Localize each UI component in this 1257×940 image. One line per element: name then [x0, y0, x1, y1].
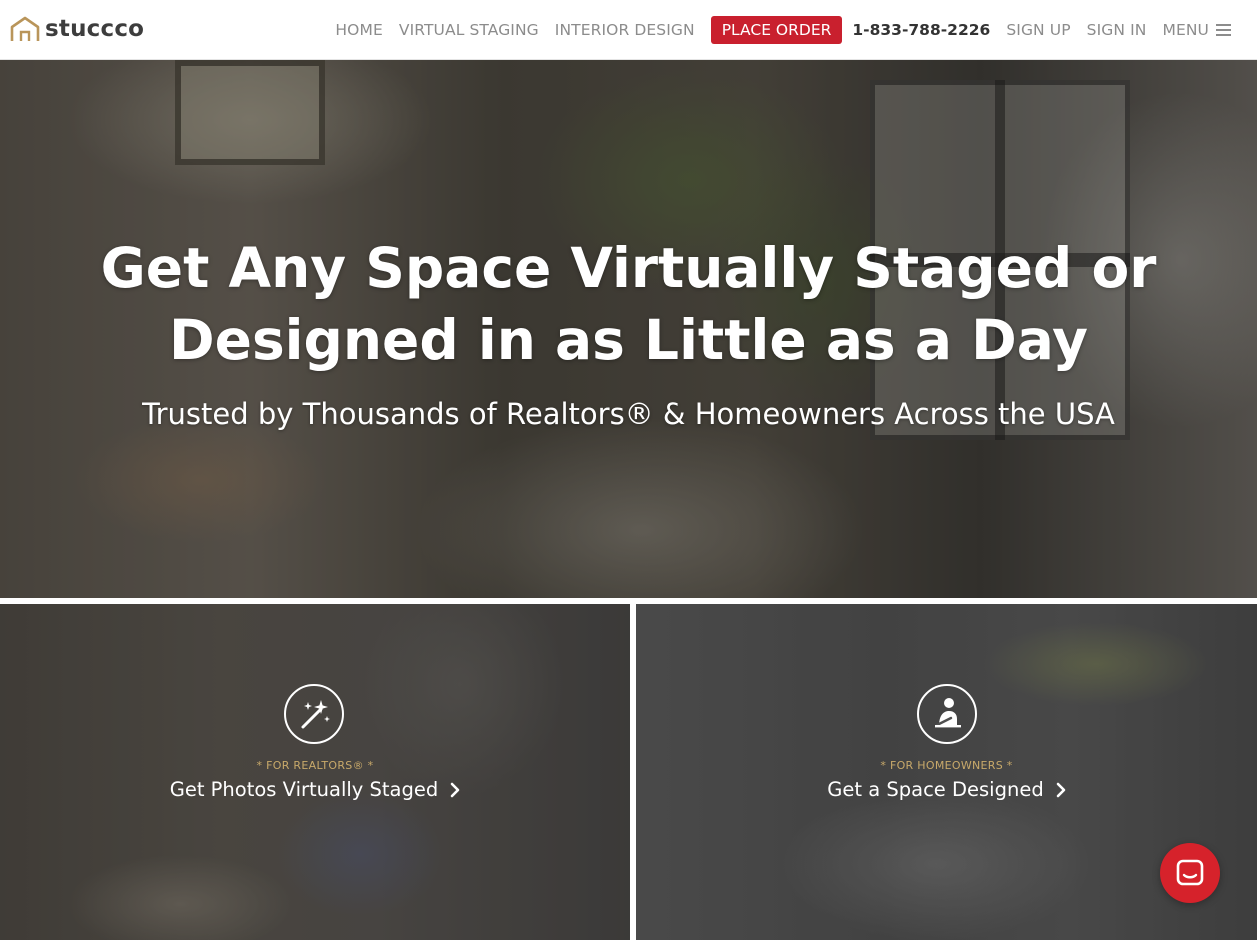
chat-launcher-button[interactable]: [1160, 843, 1220, 903]
place-order-button[interactable]: PLACE ORDER: [710, 16, 843, 44]
menu-label: MENU: [1162, 21, 1209, 39]
hero-banner: Get Any Space Virtually Staged or Design…: [0, 60, 1257, 598]
chevron-right-icon: [450, 782, 460, 797]
nav-home[interactable]: HOME: [335, 21, 382, 39]
tile-overlay: [0, 604, 630, 940]
magic-wand-icon: [284, 684, 344, 744]
brand-name: stuccco: [45, 16, 145, 42]
nav-sign-in[interactable]: SIGN IN: [1087, 21, 1147, 39]
house-logo-icon: [10, 16, 40, 41]
chevron-right-icon: [1056, 782, 1066, 797]
hero-title-line-1: Get Any Space Virtually Staged or: [100, 236, 1157, 300]
nav-virtual-staging[interactable]: VIRTUAL STAGING: [399, 21, 539, 39]
hero-title-line-2: Designed in as Little as a Day: [168, 308, 1089, 372]
homeowners-cta-label: Get a Space Designed: [827, 778, 1044, 801]
hamburger-icon: [1216, 23, 1231, 37]
hero-title: Get Any Space Virtually Staged or Design…: [0, 232, 1257, 376]
realtors-cta[interactable]: Get Photos Virtually Staged: [0, 778, 630, 801]
nav-sign-up[interactable]: SIGN UP: [1006, 21, 1070, 39]
hero-subtitle: Trusted by Thousands of Realtors® & Home…: [142, 397, 1115, 431]
phone-link[interactable]: 1-833-788-2226: [852, 21, 990, 39]
brand-logo[interactable]: stuccco: [10, 14, 144, 44]
nav-interior-design[interactable]: INTERIOR DESIGN: [555, 21, 695, 39]
realtors-tile[interactable]: * FOR REALTORS® * Get Photos Virtually S…: [0, 604, 630, 940]
main-nav: HOME VIRTUAL STAGING INTERIOR DESIGN PLA…: [335, 0, 1257, 60]
chat-icon: [1176, 859, 1204, 886]
homeowners-cta[interactable]: Get a Space Designed: [636, 778, 1257, 801]
realtors-tag: * FOR REALTORS® *: [256, 759, 374, 772]
designer-person-icon: [917, 684, 977, 744]
homeowners-tile[interactable]: * FOR HOMEOWNERS * Get a Space Designed: [636, 604, 1257, 940]
homeowners-tag: * FOR HOMEOWNERS *: [880, 759, 1013, 772]
menu-button[interactable]: MENU: [1162, 21, 1231, 39]
site-header: stuccco HOME VIRTUAL STAGING INTERIOR DE…: [0, 0, 1257, 60]
tile-overlay: [636, 604, 1257, 940]
realtors-cta-label: Get Photos Virtually Staged: [169, 778, 439, 801]
